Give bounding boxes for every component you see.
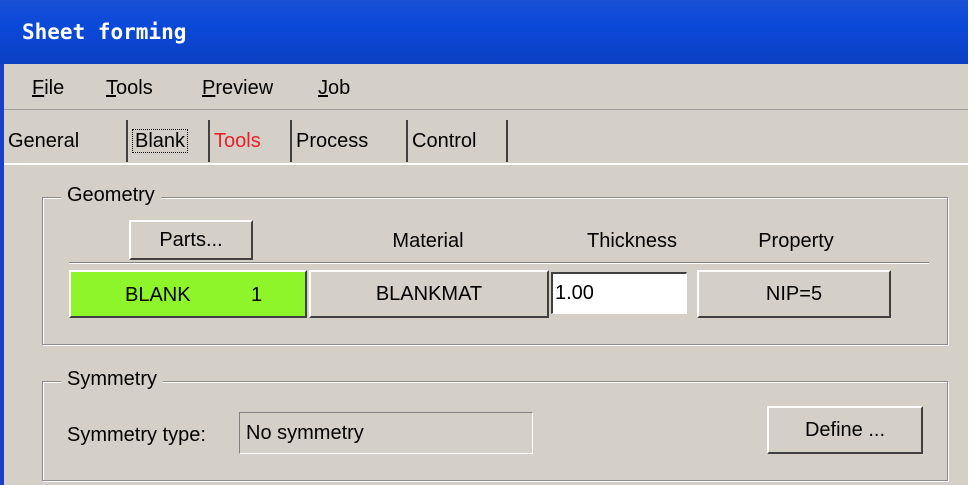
menu-preview[interactable]: Preview — [202, 77, 273, 100]
tab-strip: General Blank Tools Process Control — [4, 120, 968, 164]
material-header: Material — [392, 230, 464, 252]
thickness-input[interactable]: 1.00 — [551, 272, 687, 314]
geometry-group: Geometry Parts... Material Thickness Pro… — [42, 184, 948, 345]
symmetry-type-field[interactable]: No symmetry — [239, 412, 533, 454]
blank-tab-panel: Geometry Parts... Material Thickness Pro… — [4, 165, 968, 485]
property-button[interactable]: NIP=5 — [697, 270, 891, 318]
geometry-group-label: Geometry — [61, 184, 161, 207]
thickness-header: Thickness — [586, 230, 678, 252]
tab-tools[interactable]: Tools — [210, 120, 292, 162]
menu-tools[interactable]: Tools — [106, 77, 153, 100]
blank-part-id: 1 — [251, 284, 263, 306]
symmetry-group-label: Symmetry — [61, 368, 163, 391]
define-button[interactable]: Define ... — [767, 406, 923, 454]
window-right-edge — [968, 0, 974, 485]
tab-general[interactable]: General — [4, 120, 128, 162]
tab-process[interactable]: Process — [292, 120, 408, 162]
tab-blank[interactable]: Blank — [128, 120, 210, 162]
menu-job[interactable]: Job — [318, 77, 350, 100]
symmetry-type-label: Symmetry type: — [67, 424, 206, 446]
symmetry-group: Symmetry Symmetry type: No symmetry Defi… — [42, 368, 948, 481]
blank-part-cell[interactable]: BLANK 1 — [69, 270, 307, 318]
parts-button[interactable]: Parts... — [129, 220, 253, 260]
window-title: Sheet forming — [22, 20, 187, 44]
sheet-forming-window: Sheet forming File Tools Preview Job Gen… — [0, 0, 974, 485]
property-header: Property — [758, 230, 834, 252]
geometry-header-separator — [69, 262, 929, 264]
menu-bar: File Tools Preview Job — [4, 66, 968, 110]
tab-control[interactable]: Control — [408, 120, 508, 162]
material-button[interactable]: BLANKMAT — [309, 270, 549, 318]
blank-part-name: BLANK — [125, 284, 191, 306]
title-bar[interactable]: Sheet forming — [0, 0, 974, 64]
menu-file[interactable]: File — [32, 77, 64, 100]
